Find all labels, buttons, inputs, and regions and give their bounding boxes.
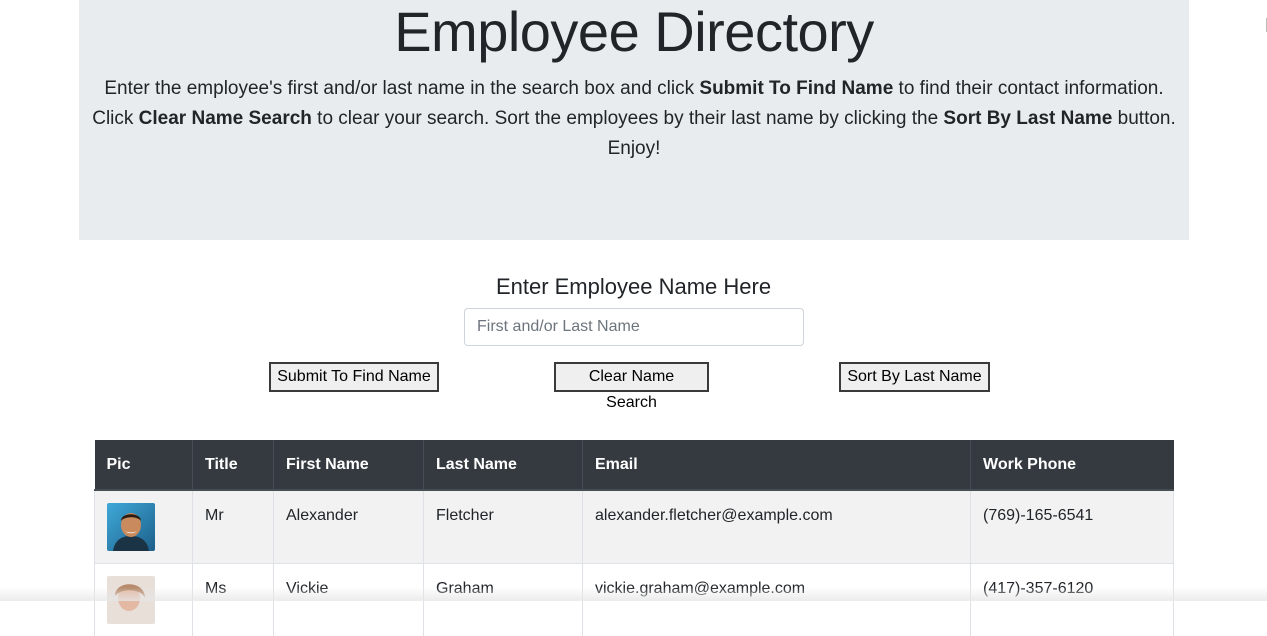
instructions-clear-ref: Clear Name Search [139,108,312,129]
sort-by-last-name-button[interactable]: Sort By Last Name [839,362,990,392]
instructions-line2-e: button. [1112,108,1175,129]
employee-email: vickie.graham@example.com [583,563,971,636]
header-email: Email [583,440,971,490]
employee-pic-cell [95,490,193,563]
header-title: Title [193,440,274,490]
employee-title: Ms [193,563,274,636]
instructions-line1-a: Enter the employee's first and/or last n… [104,78,699,99]
table-header-row: Pic Title First Name Last Name Email Wor… [95,440,1174,490]
search-heading: Enter Employee Name Here [0,272,1267,302]
table-row: Mr Alexander Fletcher alexander.fletcher… [95,490,1174,563]
instructions-line2-a: Click [92,108,138,129]
search-input[interactable] [464,308,804,346]
instructions-text: Enter the employee's first and/or last n… [89,74,1179,164]
instructions-line1-c: to find their contact information. [893,78,1163,99]
employee-first-name: Vickie [274,563,424,636]
employee-last-name: Fletcher [424,490,583,563]
header-first-name: First Name [274,440,424,490]
employee-photo-icon [107,503,155,551]
employee-first-name: Alexander [274,490,424,563]
instructions-submit-ref: Submit To Find Name [699,78,893,99]
employee-title: Mr [193,490,274,563]
header-pic: Pic [95,440,193,490]
instructions-line3: Enjoy! [608,138,661,159]
employee-last-name: Graham [424,563,583,636]
employee-photo-icon [107,576,155,624]
jumbotron-header: Employee Directory Enter the employee's … [79,0,1189,240]
employee-pic-cell [95,563,193,636]
header-work-phone: Work Phone [971,440,1174,490]
page-title: Employee Directory [79,0,1189,62]
submit-to-find-name-button[interactable]: Submit To Find Name [269,362,439,392]
employee-email: alexander.fletcher@example.com [583,490,971,563]
instructions-line2-c: to clear your search. Sort the employees… [312,108,944,129]
scrollbar-indicator[interactable] [1263,18,1267,32]
header-last-name: Last Name [424,440,583,490]
instructions-sort-ref: Sort By Last Name [943,108,1112,129]
employee-phone: (769)-165-6541 [971,490,1174,563]
clear-name-search-button[interactable]: Clear Name Search [554,362,709,392]
employee-phone: (417)-357-6120 [971,563,1174,636]
employee-table: Pic Title First Name Last Name Email Wor… [94,440,1174,636]
table-row: Ms Vickie Graham vickie.graham@example.c… [95,563,1174,636]
